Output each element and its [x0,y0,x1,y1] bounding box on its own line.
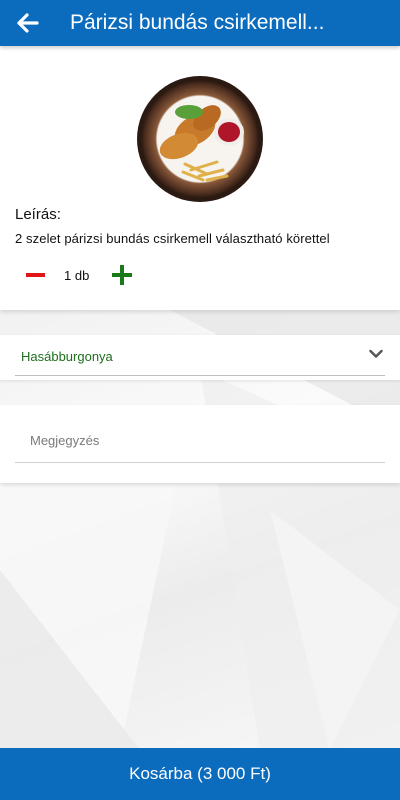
app-header: Párizsi bundás csirkemell... [0,0,400,46]
chevron-down-icon [369,349,383,358]
plus-button[interactable] [110,262,134,288]
note-input[interactable] [15,419,385,463]
note-card [0,405,400,483]
back-button[interactable] [0,0,56,46]
minus-button[interactable] [24,262,48,288]
description-label: Leírás: [15,206,61,223]
side-dish-selected: Hasábburgonya [21,349,113,364]
food-plate-image [137,76,263,202]
product-card: Leírás: 2 szelet párizsi bundás csirkeme… [0,46,400,310]
quantity-value: 1 db [64,268,90,283]
side-dish-select[interactable]: Hasábburgonya [15,335,385,376]
side-dish-card: Hasábburgonya [0,335,400,380]
add-to-cart-button[interactable]: Kosárba (3 000 Ft) [0,748,400,800]
add-to-cart-label: Kosárba (3 000 Ft) [129,764,271,783]
quantity-stepper: 1 db [0,260,200,290]
description-text: 2 szelet párizsi bundás csirkemell válas… [15,231,330,246]
arrow-left-icon [17,13,39,33]
page-title: Párizsi bundás csirkemell... [70,11,325,34]
